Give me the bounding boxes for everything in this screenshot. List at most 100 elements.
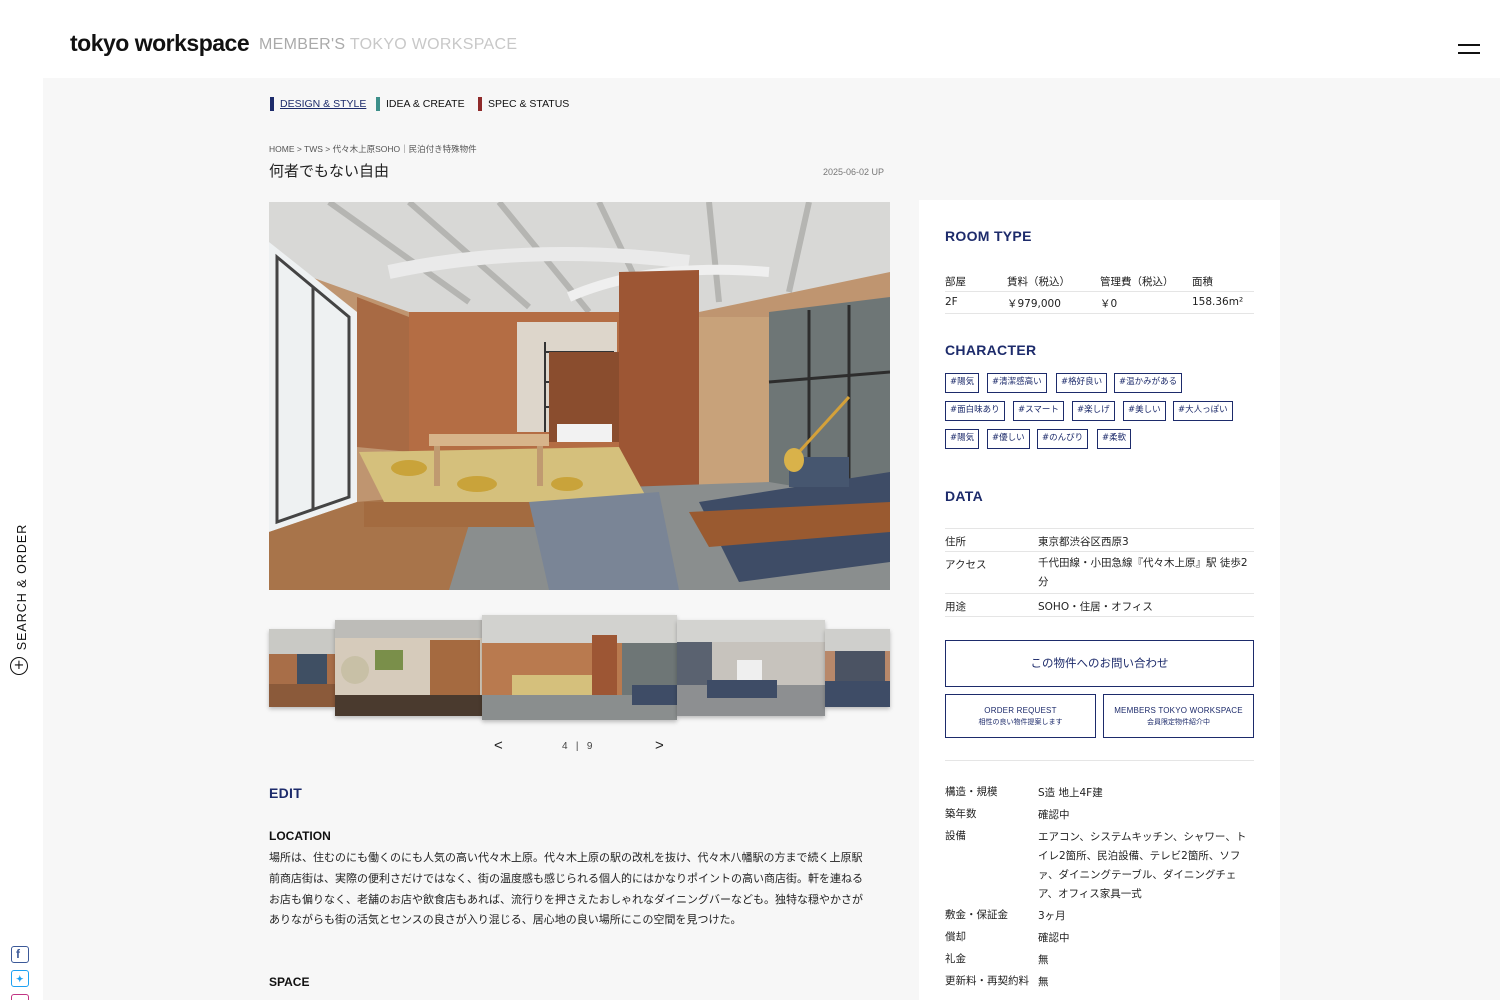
character-tag[interactable]: #優しい (987, 429, 1030, 449)
col-room: 部屋 (945, 276, 966, 288)
area-value: 158.36m² (1192, 296, 1244, 308)
data-table: 住所 東京都渋谷区西原3 アクセス 千代田線・小田急線『代々木上原』駅 徒歩2分… (945, 528, 1254, 617)
data-value: SOHO・住居・オフィス (1038, 601, 1153, 613)
data-label: アクセス (945, 559, 987, 571)
category-design-style[interactable]: DESIGN & STYLE (270, 97, 366, 111)
top-header: tokyo workspace MEMBER'S TOKYO WORKSPACE (0, 0, 1500, 78)
data-row: 用途 SOHO・住居・オフィス (945, 593, 1254, 617)
members-site-link[interactable]: MEMBER'S TOKYO WORKSPACE (259, 36, 517, 54)
spec-label: 償却 (945, 931, 966, 943)
spec-label: 設備 (945, 830, 966, 842)
breadcrumb-home[interactable]: HOME (269, 144, 295, 154)
slide-total: 9 (586, 741, 593, 752)
col-area: 面積 (1192, 276, 1213, 288)
data-heading: DATA (945, 488, 984, 504)
subbrand-prefix: MEMBER'S (259, 36, 346, 53)
spec-value: エアコン、システムキッチン、シャワー、トイレ2箇所、民泊設備、テレビ2箇所、ソフ… (1038, 831, 1247, 900)
next-arrow-icon[interactable]: > (655, 737, 664, 754)
thumbnail[interactable] (825, 629, 890, 707)
data-label: 住所 (945, 536, 966, 548)
twitter-icon[interactable]: ✦ (11, 970, 29, 987)
col-fee: 管理費（税込） (1100, 276, 1174, 288)
spec-value: 無 (1038, 954, 1049, 966)
hamburger-menu-icon[interactable] (1458, 44, 1480, 56)
thumbnail[interactable] (269, 629, 335, 707)
character-tag[interactable]: #面白味あり (945, 401, 1005, 421)
fee-value: ￥0 (1100, 298, 1118, 310)
members-sub: 会員限定物件紹介中 (1147, 718, 1210, 726)
thumbnail[interactable] (335, 620, 483, 716)
col-rent: 賃料（税込） (1007, 276, 1070, 288)
spec-label: 構造・規模 (945, 786, 998, 798)
character-tag[interactable]: #大人っぽい (1173, 401, 1233, 421)
character-tag[interactable]: #格好良い (1056, 373, 1108, 393)
spec-value: 確認中 (1038, 809, 1070, 821)
search-order-label: SEARCH & ORDER (15, 523, 29, 651)
spec-value: 3ヶ月 (1038, 910, 1066, 922)
space-heading: SPACE (269, 975, 310, 989)
facebook-icon[interactable]: f (11, 946, 29, 963)
character-tag[interactable]: #美しい (1123, 401, 1166, 421)
spec-value: 無 (1038, 976, 1049, 988)
room-type-row: 2F ￥979,000 ￥0 158.36m² (945, 292, 1254, 314)
character-tag[interactable]: #陽気 (945, 373, 980, 393)
divider (945, 760, 1254, 761)
thumbnail-active[interactable] (482, 615, 677, 720)
order-request-button[interactable]: ORDER REQUEST 相性の良い物件提案します (945, 694, 1096, 738)
spec-value: S造 地上4F建 (1038, 787, 1103, 799)
character-tag[interactable]: #清潔感高い (987, 373, 1047, 393)
character-tag[interactable]: #柔軟 (1097, 429, 1132, 449)
room-type-header-row: 部屋 賃料（税込） 管理費（税込） 面積 (945, 270, 1254, 292)
breadcrumb-current: 代々木上原SOHO｜民泊付き特殊物件 (332, 144, 477, 154)
room-type-heading: ROOM TYPE (945, 228, 1032, 244)
thumbnail-carousel (269, 615, 890, 723)
location-heading: LOCATION (269, 829, 331, 843)
data-row: 住所 東京都渋谷区西原3 (945, 528, 1254, 551)
order-request-sub: 相性の良い物件提案します (978, 718, 1063, 726)
inquiry-button[interactable]: この物件へのお問い合わせ (945, 640, 1254, 687)
room-type-table: 部屋 賃料（税込） 管理費（税込） 面積 2F ￥979,000 ￥0 158.… (945, 270, 1254, 314)
left-sidebar: SEARCH & ORDER + (0, 78, 43, 1000)
slide-current: 4 (562, 741, 568, 752)
spec-label: 築年数 (945, 808, 977, 820)
plus-circle-icon[interactable]: + (10, 657, 28, 675)
order-request-title: ORDER REQUEST (984, 706, 1057, 715)
character-tag[interactable]: #陽気 (945, 429, 980, 449)
property-info-panel: ROOM TYPE 部屋 賃料（税込） 管理費（税込） 面積 2F ￥979,0… (919, 200, 1280, 1000)
edit-heading: EDIT (269, 785, 303, 801)
thumbnail[interactable] (677, 620, 825, 716)
spec-label: 礼金 (945, 953, 966, 965)
room-value: 2F (945, 296, 958, 308)
character-tag[interactable]: #温かみがある (1114, 373, 1183, 393)
subbrand-suffix: TOKYO WORKSPACE (345, 36, 518, 53)
category-spec-status[interactable]: SPEC & STATUS (478, 97, 569, 111)
main-photo (269, 202, 890, 590)
site-logo[interactable]: tokyo workspace (70, 30, 250, 57)
spec-label: 更新料・再契約料 (945, 975, 1029, 987)
data-value: 千代田線・小田急線『代々木上原』駅 徒歩2分 (1038, 557, 1248, 588)
members-button[interactable]: MEMBERS TOKYO WORKSPACE 会員限定物件紹介中 (1103, 694, 1254, 738)
page-title: 何者でもない自由 (269, 162, 390, 180)
spec-value: 確認中 (1038, 932, 1070, 944)
breadcrumb-tws[interactable]: TWS (304, 144, 323, 154)
data-value: 東京都渋谷区西原3 (1038, 536, 1129, 548)
instagram-icon[interactable] (11, 994, 29, 1000)
data-label: 用途 (945, 601, 966, 613)
spec-label: 敷金・保証金 (945, 909, 1008, 921)
members-title: MEMBERS TOKYO WORKSPACE (1114, 706, 1243, 715)
search-order-toggle[interactable]: SEARCH & ORDER + (4, 524, 36, 680)
data-row: アクセス 千代田線・小田急線『代々木上原』駅 徒歩2分 (945, 551, 1254, 593)
character-tag[interactable]: #楽しげ (1072, 401, 1115, 421)
character-tag[interactable]: #スマート (1013, 401, 1064, 421)
breadcrumb: HOME > TWS > 代々木上原SOHO｜民泊付き特殊物件 (269, 144, 477, 154)
post-date: 2025-06-02 UP (823, 167, 885, 177)
slide-separator: | (575, 741, 579, 752)
character-tag[interactable]: #のんびり (1037, 429, 1089, 449)
slide-counter: 4 | 9 (562, 741, 592, 752)
location-text: 場所は、住むのにも働くのにも人気の高い代々木上原。代々木上原の駅の改札を抜け、代… (269, 851, 863, 927)
character-heading: CHARACTER (945, 342, 1037, 358)
category-idea-create[interactable]: IDEA & CREATE (376, 97, 465, 111)
prev-arrow-icon[interactable]: < (494, 737, 503, 754)
gallery-pager: < 4 | 9 > (490, 737, 670, 755)
rent-value: ￥979,000 (1007, 298, 1061, 310)
